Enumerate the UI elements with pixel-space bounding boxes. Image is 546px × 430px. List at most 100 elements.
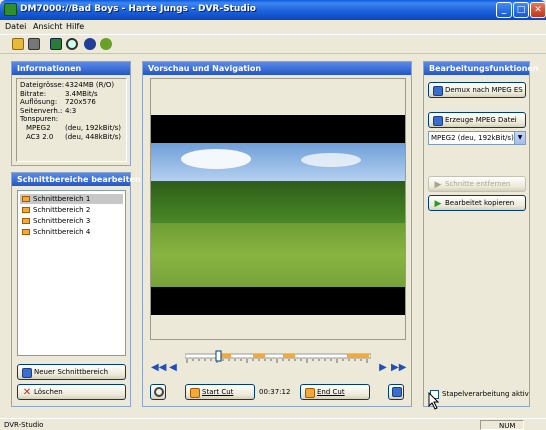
segment-icon [22,229,30,235]
preview-panel-title: Vorschau und Navigation [143,62,411,75]
title-bar[interactable]: DM7000://Bad Boys - Harte Jungs - DVR-St… [0,0,546,20]
num-label: NUM [499,422,516,430]
play-icon: ▶ [434,180,442,190]
track-name: MPEG2 [26,123,51,132]
list-item[interactable]: Schnittbereich 3 [20,216,123,226]
batch-label: Stapelverarbeitung aktiv [442,390,529,398]
demux-icon [433,86,443,96]
mouse-cursor-icon [428,392,440,410]
app-icon [4,3,17,16]
segment-icon [22,196,30,202]
create-mpeg-button[interactable]: Erzeuge MPEG Datei [428,112,526,128]
delete-icon: ✕ [22,387,32,398]
video-frame [151,115,405,315]
segment-label: Schnittbereich 4 [33,228,91,236]
segments-list[interactable]: Schnittbereich 1 Schnittbereich 2 Schnit… [17,190,126,356]
minimize-button[interactable]: _ [496,2,512,18]
list-item[interactable]: Schnittbereich 4 [20,227,123,237]
menu-datei[interactable]: Datei [5,22,26,31]
info-value: 720x576 [65,98,96,107]
segments-panel: Schnittbereiche bearbeiten Schnittbereic… [11,172,141,407]
timeline-svg [184,350,372,363]
menu-ansicht[interactable]: Ansicht [33,22,63,31]
video-trees [151,181,405,227]
info-panel: Informationen Dateigrösse: 4324MB (R/O) B… [11,61,131,166]
cut-marker [283,354,295,358]
timeline-thumb [215,350,222,362]
toolbar [0,34,546,54]
segment-label: Schnittbereich 3 [33,217,91,225]
forward-fast-icon[interactable]: ▶▶ [391,362,406,374]
start-cut-button[interactable]: Start Cut [185,384,255,400]
functions-panel-title: Bearbeitungsfunktionen [424,62,539,75]
copy-edited-button[interactable]: ▶ Bearbeitet kopieren [428,195,526,211]
save-icon [392,387,402,397]
maximize-button[interactable]: □ [513,2,529,18]
video-cloud [181,149,251,169]
status-bar: DVR-Studio NUM [0,418,546,430]
help-icon[interactable] [100,38,112,50]
info-box: Dateigrösse: 4324MB (R/O) Bitrate: 3.4MBit… [16,78,127,162]
save-button[interactable] [388,384,404,400]
rewind-fast-icon[interactable]: ◀◀ [151,362,166,374]
info-label: Bitrate: [20,89,47,98]
timeline-track [184,353,372,359]
info-value: 4324MB (R/O) [65,81,115,89]
end-cut-label: End Cut [317,388,345,396]
track-name: AC3 2.0 [26,132,54,141]
timeline-slider[interactable] [184,348,372,364]
create-mpeg-icon [433,116,443,126]
info-panel-title: Informationen [12,62,130,75]
end-cut-icon [305,388,315,398]
start-cut-label: Start Cut [202,388,234,396]
track-detail: (deu, 192kBit/s) [65,123,122,132]
end-cut-button[interactable]: End Cut [300,384,370,400]
info-label: Seitenverh.: [20,106,63,115]
play-icon: ▶ [434,199,442,209]
info-value: 3.4MBit/s [65,89,98,98]
open-folder-icon[interactable] [12,38,24,50]
remove-segments-button[interactable]: ▶ Schnitte entfernen [428,176,526,192]
cut-mark-icon[interactable] [50,38,62,50]
cut-marker [347,354,369,358]
list-item[interactable]: Schnittbereich 1 [20,194,123,204]
cut-marker [253,354,265,358]
step-forward-icon[interactable]: ▶ [377,362,389,374]
demux-button[interactable]: Demux nach MPEG ES [428,82,526,98]
preview-panel: Vorschau und Navigation ◀◀ ◀ ▶ ▶▶ Start … [142,61,412,407]
functions-panel: Bearbeitungsfunktionen Demux nach MPEG E… [423,61,539,407]
delete-segment-button[interactable]: ✕ Löschen [17,384,126,400]
new-segment-button[interactable]: Neuer Schnittbereich [17,364,126,380]
create-mpeg-label: Erzeuge MPEG Datei [445,116,517,124]
demux-label: Demux nach MPEG ES [445,86,523,94]
segment-icon [22,218,30,224]
timeline-ticks [186,359,368,363]
segment-label: Schnittbereich 1 [33,195,91,203]
chevron-down-icon[interactable]: ▼ [514,132,525,144]
num-indicator: NUM [480,420,524,430]
status-text: DVR-Studio [4,421,44,429]
search-icon[interactable] [66,38,78,50]
step-back-icon[interactable]: ◀ [167,362,179,374]
audio-track-value: MPEG2 (deu, 192kBit/s) [431,134,514,142]
zoom-icon [154,387,164,397]
video-cloud [301,153,361,167]
video-grass [151,223,405,287]
remove-segments-label: Schnitte entfernen [445,180,511,188]
video-area[interactable] [150,78,406,340]
close-button[interactable]: ✕ [530,2,546,18]
info-label: Dateigrösse: [20,81,65,89]
drive-icon[interactable] [28,38,40,50]
time-display: 00:37:12 [259,388,291,396]
audio-track-select[interactable]: MPEG2 (deu, 192kBit/s) ▼ [428,131,526,145]
info-label: Auflösung: [20,98,58,107]
segments-panel-title: Schnittbereiche bearbeiten [12,173,141,186]
info-value: 4:3 [65,106,77,115]
menu-hilfe[interactable]: Hilfe [66,22,84,31]
list-item[interactable]: Schnittbereich 2 [20,205,123,215]
zoom-button[interactable] [150,384,166,400]
start-cut-icon [190,388,200,398]
menu-bar: Datei Ansicht Hilfe [0,20,546,34]
segment-label: Schnittbereich 2 [33,206,91,214]
info-icon[interactable] [84,38,96,50]
